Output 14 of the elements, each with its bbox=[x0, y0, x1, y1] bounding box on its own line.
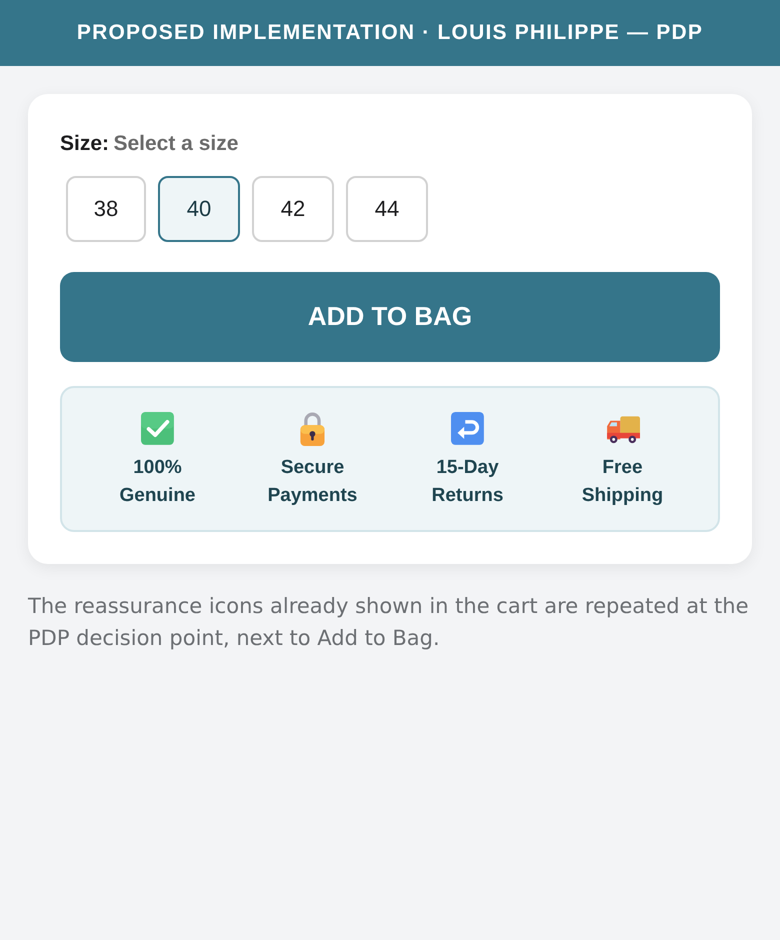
size-option[interactable]: 40 bbox=[158, 176, 240, 242]
reassurance-label: 15-Day Returns bbox=[432, 456, 504, 508]
add-to-bag-button[interactable]: ADD TO BAG bbox=[60, 272, 720, 362]
checkmark-icon bbox=[140, 412, 174, 446]
size-label: Size: bbox=[60, 132, 110, 155]
size-option[interactable]: 44 bbox=[346, 176, 428, 242]
header-title: PROPOSED IMPLEMENTATION · LOUIS PHILIPPE — PDP bbox=[76, 20, 704, 46]
size-option[interactable]: 42 bbox=[252, 176, 334, 242]
note-text: The reassurance icons already shown in the cart are repeated at the PDP decision point, next to Add to Bag. bbox=[28, 592, 750, 652]
size-option[interactable]: 38 bbox=[66, 176, 146, 242]
reassurance-label: Free Shipping bbox=[582, 456, 664, 508]
reassurance-label: Secure Payments bbox=[268, 456, 358, 508]
reassurance-label: 100% Genuine bbox=[119, 456, 196, 508]
size-hint: Select a size bbox=[113, 132, 238, 155]
